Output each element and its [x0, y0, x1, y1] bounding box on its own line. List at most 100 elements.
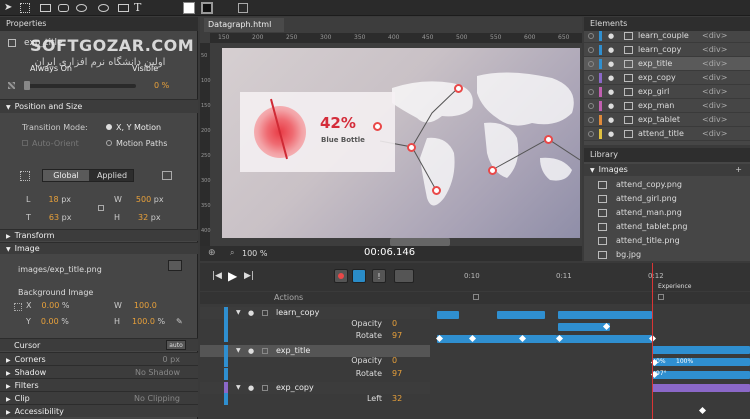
element-row[interactable]: ● exp_man <div>	[584, 99, 750, 113]
keyframe-bar[interactable]	[652, 358, 750, 366]
timeline-property-row[interactable]: Opacity 0	[200, 355, 430, 367]
property-value[interactable]: 0	[392, 355, 397, 367]
map-pin[interactable]	[407, 143, 416, 152]
left-value[interactable]: 18	[48, 195, 58, 204]
card-pin[interactable]	[373, 122, 382, 131]
filters-row[interactable]: ▶ Filters	[0, 378, 198, 391]
ellipse-tool-2-icon[interactable]	[98, 4, 109, 12]
lock-toggle-icon[interactable]	[588, 103, 594, 109]
keyframe-bar[interactable]	[652, 384, 750, 392]
auto-keyframe-icon[interactable]	[352, 269, 366, 283]
library-item[interactable]: attend_title.png	[584, 234, 750, 248]
auto-orient-checkbox[interactable]: Auto-Orient	[22, 139, 79, 148]
transform-header[interactable]: ▶ Transform	[0, 229, 198, 241]
map-pin[interactable]	[454, 84, 463, 93]
properties-tab[interactable]: Properties	[0, 17, 198, 31]
lock-icon[interactable]	[262, 385, 268, 391]
library-item[interactable]: attend_copy.png	[584, 178, 750, 192]
lock-toggle-icon[interactable]	[588, 131, 594, 137]
lock-icon[interactable]	[98, 205, 104, 211]
eye-icon[interactable]: ●	[608, 99, 614, 113]
easing-icon[interactable]	[394, 269, 414, 283]
export-icon[interactable]	[162, 171, 172, 180]
map-pin[interactable]	[488, 166, 497, 175]
stroke-color-swatch[interactable]	[201, 2, 213, 14]
image-path[interactable]: images/exp_title.png	[18, 265, 102, 274]
timeline-ruler[interactable]: 0:10 0:11 0:12 Experience	[436, 263, 750, 291]
action-marker-icon[interactable]	[473, 294, 479, 300]
bg-edit-icon[interactable]: ✎	[176, 317, 183, 326]
stage-scrollbar[interactable]	[390, 238, 450, 246]
origin-icon[interactable]	[20, 171, 30, 181]
lock-toggle-icon[interactable]	[588, 75, 594, 81]
bg-h-value[interactable]: 100.0	[132, 317, 155, 326]
bg-x-value[interactable]: 0.00	[41, 301, 59, 310]
element-row[interactable]: ● exp_copy <div>	[584, 71, 750, 85]
eye-icon[interactable]: ●	[608, 57, 614, 71]
eye-icon[interactable]: ●	[608, 43, 614, 57]
timeline-property-row[interactable]: Rotate 97	[200, 368, 430, 380]
grid-tool-icon[interactable]	[20, 3, 30, 13]
image-swap-icon[interactable]	[168, 260, 182, 271]
timeline-property-row[interactable]: Rotate 97	[200, 330, 430, 342]
bg-h-field[interactable]: H 100.0 %	[114, 317, 165, 326]
library-item[interactable]: attend_girl.png	[584, 192, 750, 206]
eye-icon[interactable]: ●	[608, 113, 614, 127]
go-to-end-icon[interactable]: ▶|	[244, 271, 254, 281]
record-icon[interactable]	[334, 269, 348, 283]
zoom-value[interactable]: 100 %	[242, 249, 267, 258]
rect-tool-2-icon[interactable]	[118, 4, 129, 12]
bg-w-value[interactable]: 100.0	[134, 301, 157, 310]
keyframe-bar[interactable]	[437, 311, 459, 319]
corners-row[interactable]: ▶ Corners 0 px	[0, 352, 198, 365]
height-value[interactable]: 32	[138, 213, 148, 222]
keyframe-bar[interactable]	[497, 311, 545, 319]
height-field[interactable]: H 32 px	[114, 213, 161, 222]
keyframe-bar[interactable]	[558, 323, 610, 331]
image-header[interactable]: ▼ Image	[0, 242, 198, 254]
element-row[interactable]: ● exp_girl <div>	[584, 85, 750, 99]
bg-y-value[interactable]: 0.00	[41, 317, 59, 326]
lock-icon[interactable]	[262, 348, 268, 354]
applied-button[interactable]: Applied	[89, 170, 135, 181]
bg-w-field[interactable]: W 100.0	[114, 301, 157, 310]
element-row[interactable]: ● learn_copy <div>	[584, 43, 750, 57]
property-value[interactable]: 97	[392, 368, 402, 380]
keyframe-bar[interactable]	[652, 346, 750, 354]
pin-icon[interactable]: !	[372, 269, 386, 283]
position-size-header[interactable]: ▼ Position and Size	[0, 99, 198, 113]
rect-tool-icon[interactable]	[40, 4, 51, 12]
top-field[interactable]: T 63 px	[26, 213, 71, 222]
opacity-slider-thumb[interactable]	[24, 81, 30, 90]
go-to-start-icon[interactable]: |◀	[212, 271, 222, 281]
library-item[interactable]: bg.jpg	[584, 248, 750, 261]
opacity-value[interactable]: 0 %	[154, 81, 169, 90]
element-row[interactable]: ● learn_couple <div>	[584, 31, 750, 43]
timeline-property-row[interactable]: Left 32	[200, 393, 430, 405]
eye-icon[interactable]: ●	[608, 127, 614, 141]
select-tool-icon[interactable]: ➤	[4, 2, 14, 13]
timeline-property-row[interactable]: Opacity 0	[200, 318, 430, 330]
width-field[interactable]: W 500 px	[114, 195, 164, 204]
global-button[interactable]: Global	[43, 170, 89, 181]
element-row[interactable]: ● exp_tablet <div>	[584, 113, 750, 127]
clip-row[interactable]: ▶ Clip No Clipping	[0, 391, 198, 404]
left-field[interactable]: L 18 px	[26, 195, 71, 204]
crosshair-icon[interactable]: ⊕	[208, 248, 216, 258]
library-item[interactable]: attend_man.png	[584, 206, 750, 220]
bg-origin-icon[interactable]	[14, 303, 22, 311]
fill-color-swatch[interactable]	[183, 2, 195, 14]
lock-toggle-icon[interactable]	[588, 47, 594, 53]
element-row[interactable]: ● exp_title <div>	[584, 57, 750, 71]
property-value[interactable]: 0	[392, 318, 397, 330]
eye-icon[interactable]: ●	[608, 71, 614, 85]
lock-toggle-icon[interactable]	[588, 89, 594, 95]
shadow-row[interactable]: ▶ Shadow No Shadow	[0, 365, 198, 378]
eye-icon[interactable]: ●	[608, 85, 614, 99]
keyframe-bar[interactable]	[557, 335, 652, 343]
visible-option[interactable]: Visible	[132, 64, 158, 73]
stage-canvas[interactable]: 42% Blue Bottle	[222, 48, 580, 238]
keyframe-bar[interactable]	[652, 371, 750, 379]
add-icon[interactable]: +	[735, 164, 742, 176]
text-tool-icon[interactable]: T	[134, 1, 141, 14]
